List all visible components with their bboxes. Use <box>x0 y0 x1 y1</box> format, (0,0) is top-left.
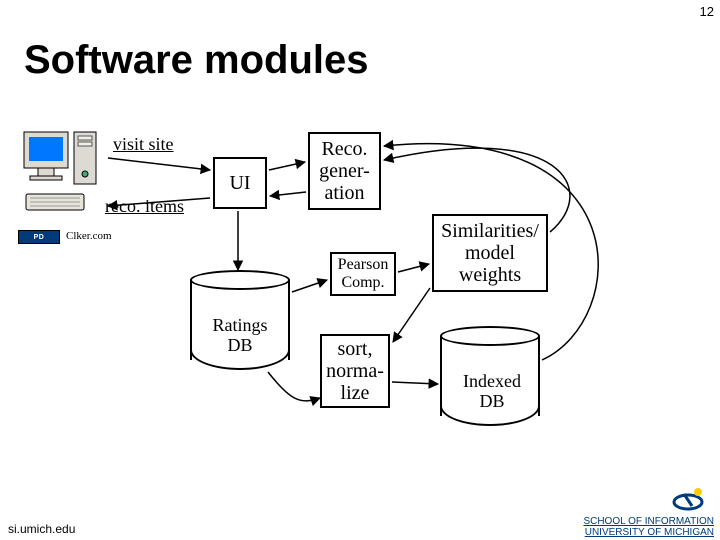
footer-line2: UNIVERSITY OF MICHIGAN <box>583 527 714 538</box>
pearson-label: Pearson Comp. <box>338 256 389 291</box>
slide-title: Software modules <box>24 38 369 83</box>
sort-normalize-label: sort, norma- lize <box>326 338 384 404</box>
similarities-label: Similarities/ model weights <box>441 220 539 286</box>
similarities-box: Similarities/ model weights <box>432 214 548 292</box>
reco-items-label: reco. items <box>105 196 184 217</box>
ui-box-label: UI <box>229 172 250 194</box>
sort-normalize-box: sort, norma- lize <box>320 334 390 408</box>
reco-generation-box: Reco. gener- ation <box>308 132 381 210</box>
clker-credit: Clker.com <box>66 230 112 242</box>
computer-icon <box>20 126 106 214</box>
public-domain-badge: PD <box>18 230 60 244</box>
ui-box: UI <box>213 157 267 209</box>
footer-line1: SCHOOL OF INFORMATION <box>583 516 714 527</box>
footer-school: SCHOOL OF INFORMATION UNIVERSITY OF MICH… <box>583 516 714 538</box>
slide-number: 12 <box>700 4 714 19</box>
pearson-box: Pearson Comp. <box>330 252 396 296</box>
umich-logo-icon <box>670 484 706 512</box>
indexed-db-label: Indexed DB <box>450 372 534 412</box>
ratings-db-label: Ratings DB <box>198 316 282 356</box>
footer-url: si.umich.edu <box>8 522 75 536</box>
visit-site-label: visit site <box>113 134 174 155</box>
reco-generation-label: Reco. gener- ation <box>319 138 370 204</box>
